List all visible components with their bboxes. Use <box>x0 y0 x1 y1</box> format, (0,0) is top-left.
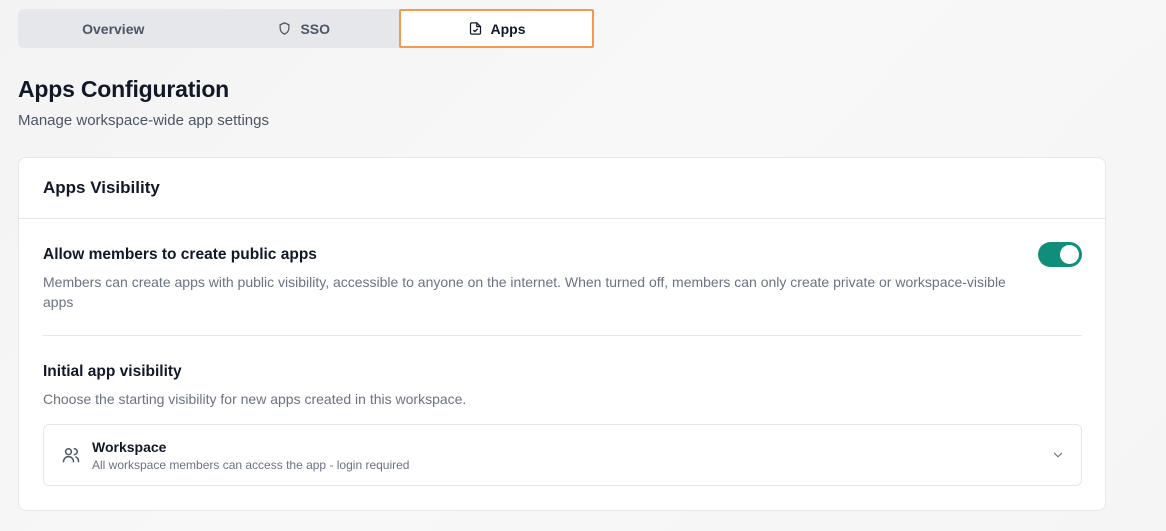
tab-sso[interactable]: SSO <box>209 9 400 48</box>
card-title: Apps Visibility <box>43 178 160 197</box>
tab-overview[interactable]: Overview <box>18 9 209 48</box>
chevron-down-icon <box>1051 448 1065 462</box>
public-apps-description: Members can create apps with public visi… <box>43 274 1006 310</box>
tab-sso-label: SSO <box>300 20 331 37</box>
tab-overview-label: Overview <box>82 20 145 37</box>
shield-icon <box>277 21 292 36</box>
public-apps-toggle[interactable] <box>1038 242 1082 267</box>
initial-visibility-setting: Initial app visibility Choose the starti… <box>43 363 1018 409</box>
page-subtitle: Manage workspace-wide app settings <box>18 112 269 129</box>
public-apps-setting: Allow members to create public apps Memb… <box>43 246 1083 312</box>
page-title: Apps Configuration <box>18 76 230 102</box>
toggle-knob <box>1060 245 1079 264</box>
card-header: Apps Visibility <box>19 158 1105 219</box>
initial-visibility-description: Choose the starting visibility for new a… <box>43 391 467 407</box>
select-value-label: Workspace <box>92 439 167 455</box>
public-apps-title: Allow members to create public apps <box>43 246 317 263</box>
visibility-select[interactable]: Workspace All workspace members can acce… <box>43 424 1082 486</box>
apps-visibility-card: Apps Visibility Allow members to create … <box>18 157 1106 511</box>
tab-apps-label: Apps <box>490 20 526 37</box>
file-check-icon <box>468 21 483 36</box>
users-icon <box>61 445 81 465</box>
divider <box>43 335 1082 336</box>
tab-apps[interactable]: Apps <box>399 9 594 48</box>
initial-visibility-title: Initial app visibility <box>43 363 182 380</box>
settings-tabs: Overview SSO Apps <box>18 9 594 48</box>
select-value-description: All workspace members can access the app… <box>92 458 410 472</box>
